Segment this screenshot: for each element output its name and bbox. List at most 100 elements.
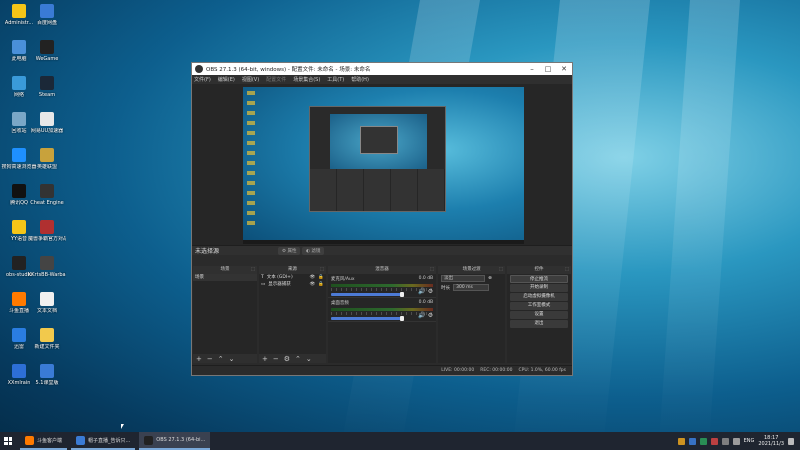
speaker-icon[interactable]: 🔊	[418, 312, 425, 319]
desktop-icon-label: 5.1课堂版	[35, 380, 59, 386]
speaker-icon[interactable]: 🔊	[418, 288, 425, 295]
desktop-icon[interactable]: 英雄联盟	[28, 148, 66, 170]
desktop-icon[interactable]: WeGame	[28, 40, 66, 62]
desktop-icon[interactable]: 网易UU加速器	[28, 112, 66, 134]
mouse-cursor-icon	[121, 424, 124, 429]
taskbar-app[interactable]: 斗鱼客户端	[20, 432, 68, 450]
menu-item[interactable]: 场景集合(S)	[293, 76, 320, 83]
menu-bar: 文件(F) 编辑(E) 视图(V) 配置文件 场景集合(S) 工具(T) 帮助(H)	[192, 75, 572, 84]
pin-icon[interactable]: ⬚	[320, 266, 324, 274]
menu-item[interactable]: 文件(F)	[194, 76, 211, 83]
move-down-icon[interactable]: ⌄	[229, 355, 235, 363]
control-button[interactable]: 开始录制	[510, 284, 569, 292]
properties-button[interactable]: ⚙ 属性	[278, 247, 301, 255]
volume-slider[interactable]	[330, 292, 405, 297]
duration-label: 时长	[441, 285, 451, 291]
close-icon[interactable]: ✕	[556, 65, 572, 73]
maximize-icon[interactable]: □	[540, 65, 556, 73]
nested-docks	[310, 169, 445, 211]
source-item[interactable]: T 文本 (GDI+) 👁 🔒	[259, 274, 326, 281]
transition-select[interactable]: 淡出	[441, 275, 486, 282]
lock-icon[interactable]: 🔒	[318, 281, 324, 288]
desktop-icon[interactable]: Cheat Engine	[28, 184, 66, 206]
user-folder-icon	[12, 4, 26, 18]
sources-toolbar: + − ⚙ ⌃ ⌄	[258, 354, 326, 363]
channel-db: 0.0 dB	[418, 300, 434, 305]
eye-icon[interactable]: 👁	[310, 274, 316, 281]
desktop-icon-label: Cheat Engine	[30, 200, 64, 206]
pin-icon[interactable]: ⬚	[430, 266, 434, 274]
desktop-icon[interactable]: 5.1课堂版	[28, 364, 66, 386]
tray-app-icon[interactable]	[710, 437, 718, 445]
clock[interactable]: 18:17 2021/11/3	[758, 435, 784, 447]
transitions-dock: 场景过渡 ⬚ 淡出 ⊕ 时长 300 ms	[438, 266, 506, 363]
taskbar-app-label: OBS 27.1.3 (64-bi...	[156, 437, 206, 443]
menu-item[interactable]: 视图(V)	[242, 76, 259, 83]
control-button[interactable]: 设置	[510, 311, 569, 319]
xunlei-icon	[12, 328, 26, 342]
gear-icon[interactable]: ⚙	[284, 355, 290, 363]
source-name: 显示器捕获	[268, 282, 291, 287]
tray-app-icon[interactable]	[699, 437, 707, 445]
pin-icon[interactable]: ⬚	[251, 266, 255, 274]
taskbar-app-label: 帽子直播_告诉只...	[88, 437, 131, 444]
control-button[interactable]: 启动虚拟摄像机	[510, 293, 569, 301]
scene-item[interactable]: 场景	[193, 274, 257, 281]
sources-title: 来源	[287, 267, 297, 272]
recycle-bin-icon	[12, 112, 26, 126]
start-button[interactable]	[0, 432, 16, 450]
status-bar: LIVE: 00:00:00 REC: 00:00:00 CPU: 1.0%, …	[192, 365, 572, 375]
taskbar-app[interactable]: OBS 27.1.3 (64-bi...	[139, 432, 211, 450]
lock-icon[interactable]: 🔒	[318, 274, 324, 281]
desktop-icon-label: 英雄联盟	[36, 164, 57, 170]
obs-logo-icon	[195, 65, 203, 73]
desktop-icon[interactable]: 百度网盘	[28, 4, 66, 26]
add-transition-icon[interactable]: ⊕	[488, 276, 492, 281]
remove-icon[interactable]: −	[207, 355, 213, 363]
title-bar[interactable]: OBS 27.1.3 (64-bit, windows) - 配置文件: 未命名…	[192, 63, 572, 75]
move-up-icon[interactable]: ⌃	[218, 355, 224, 363]
volume-slider[interactable]	[330, 316, 405, 321]
gear-icon[interactable]: ⚙	[428, 288, 433, 295]
menu-item[interactable]: 配置文件	[266, 76, 286, 83]
language-indicator[interactable]: ENG	[744, 438, 755, 444]
source-item[interactable]: ▭ 显示器捕获 👁 🔒	[259, 281, 326, 288]
tray-app-icon[interactable]	[677, 437, 685, 445]
desktop-icon[interactable]: Steam	[28, 76, 66, 98]
menu-item[interactable]: 编辑(E)	[218, 76, 235, 83]
volume-icon[interactable]	[732, 437, 740, 445]
desktop-icon[interactable]: KKrtsBB-Warband	[28, 256, 66, 278]
preview-canvas[interactable]	[243, 87, 524, 244]
menu-item[interactable]: 帮助(H)	[351, 76, 369, 83]
desktop-icon[interactable]: 文本文档	[28, 292, 66, 314]
minimize-icon[interactable]: –	[524, 65, 540, 73]
add-icon[interactable]: +	[262, 355, 268, 363]
taskbar-app[interactable]: 帽子直播_告诉只...	[71, 432, 136, 450]
control-button[interactable]: 停止推流	[510, 275, 569, 283]
duration-input[interactable]: 300 ms	[453, 284, 490, 291]
app-icon	[12, 364, 26, 378]
docks: 场景 ⬚ 场景 + − ⌃ ⌄ 来源 ⬚ T 文本 (GDI+) 👁 🔒 ▭ 显示器捕获 👁 🔒 + − ⚙…	[192, 266, 572, 363]
add-icon[interactable]: +	[196, 355, 202, 363]
live-status: LIVE: 00:00:00	[441, 368, 475, 373]
pin-icon[interactable]: ⬚	[565, 266, 569, 274]
remove-icon[interactable]: −	[273, 355, 279, 363]
pin-icon[interactable]: ⬚	[499, 266, 503, 274]
move-down-icon[interactable]: ⌄	[306, 355, 312, 363]
gear-icon[interactable]: ⚙	[428, 312, 433, 319]
move-up-icon[interactable]: ⌃	[295, 355, 301, 363]
network-icon[interactable]	[721, 437, 729, 445]
notification-icon[interactable]	[788, 437, 794, 445]
desktop-icon-label: KKrtsBB-Warband	[28, 272, 66, 278]
control-button[interactable]: 工作室模式	[510, 302, 569, 310]
lol-icon	[40, 148, 54, 162]
desktop-icon[interactable]: 魔兽争霸官方对战平台	[28, 220, 66, 242]
desktop-icon[interactable]: 新建文件夹	[28, 328, 66, 350]
source-toolbar: 未选择源 ⚙ 属性 ◐ 滤镜	[192, 245, 572, 255]
menu-item[interactable]: 工具(T)	[327, 76, 344, 83]
eye-icon[interactable]: 👁	[310, 281, 316, 288]
control-button[interactable]: 退出	[510, 320, 569, 328]
tray-app-icon[interactable]	[688, 437, 696, 445]
filters-button[interactable]: ◐ 滤镜	[302, 247, 325, 255]
desktop-icon-label: 新建文件夹	[34, 344, 60, 350]
